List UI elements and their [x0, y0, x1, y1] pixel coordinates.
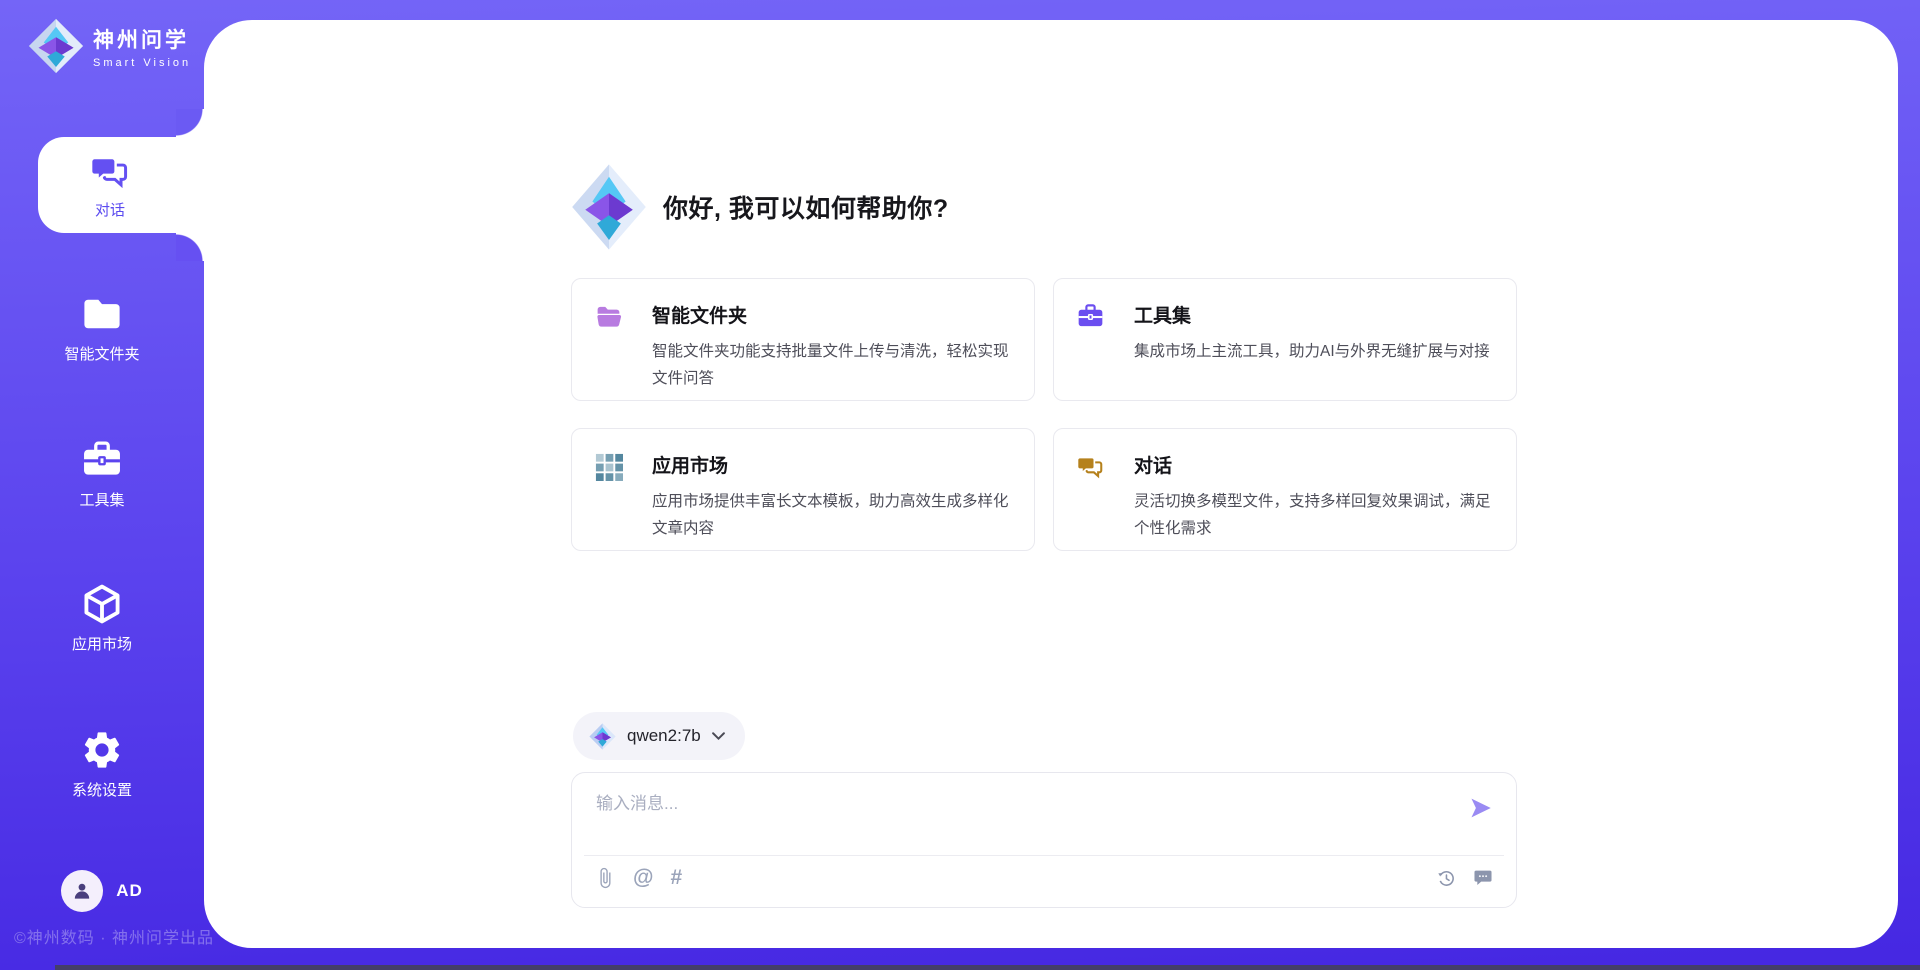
- sidebar-item-settings[interactable]: 系统设置: [0, 728, 204, 800]
- active-tab-fillet-bottom: [176, 233, 204, 261]
- card-smart-folder[interactable]: 智能文件夹 智能文件夹功能支持批量文件上传与清洗，轻松实现文件问答: [571, 278, 1035, 401]
- card-title: 对话: [1134, 451, 1494, 478]
- sidebar-item-label: 智能文件夹: [64, 343, 139, 364]
- sidebar-item-label: 系统设置: [72, 779, 132, 800]
- sidebar-item-label: 对话: [95, 199, 125, 220]
- message-composer: @ #: [571, 772, 1517, 908]
- app-window: 神州问学 Smart Vision 对话 智能文件夹: [0, 0, 1920, 970]
- sidebar-item-label: 工具集: [79, 489, 124, 510]
- folder-icon: [80, 292, 124, 336]
- feedback-bubble-icon[interactable]: [1472, 867, 1494, 889]
- greeting-text: 你好, 我可以如何帮助你?: [663, 189, 949, 225]
- card-toolset[interactable]: 工具集 集成市场上主流工具，助力AI与外界无缝扩展与对接: [1053, 278, 1517, 401]
- history-icon[interactable]: [1435, 867, 1457, 889]
- composer-divider: [584, 855, 1504, 856]
- model-diamond-icon: [589, 723, 616, 750]
- hash-icon[interactable]: #: [670, 867, 682, 889]
- cube-icon: [80, 582, 124, 626]
- model-selector[interactable]: qwen2:7b: [573, 712, 745, 760]
- card-description: 集成市场上主流工具，助力AI与外界无缝扩展与对接: [1134, 338, 1494, 365]
- brand-name-cn: 神州问学: [93, 24, 191, 54]
- card-description: 智能文件夹功能支持批量文件上传与清洗，轻松实现文件问答: [652, 338, 1012, 392]
- send-icon[interactable]: [1468, 795, 1494, 821]
- toolbox-icon: [80, 438, 124, 482]
- assistant-diamond-icon: [571, 163, 647, 251]
- brand-name-en: Smart Vision: [93, 57, 191, 69]
- sidebar-item-toolset[interactable]: 工具集: [0, 438, 204, 510]
- sidebar-item-smart-folder[interactable]: 智能文件夹: [0, 292, 204, 364]
- folder-open-icon: [594, 302, 623, 331]
- sidebar-item-label: 应用市场: [72, 633, 132, 654]
- greeting-block: 你好, 我可以如何帮助你?: [571, 163, 949, 251]
- message-input[interactable]: [596, 789, 1436, 847]
- paperclip-icon[interactable]: [594, 867, 616, 889]
- card-title: 智能文件夹: [652, 301, 1012, 328]
- mention-icon[interactable]: @: [633, 867, 653, 889]
- brand-diamond-icon: [28, 18, 84, 74]
- user-account[interactable]: AD: [0, 870, 204, 912]
- gear-icon: [80, 728, 124, 772]
- model-name: qwen2:7b: [627, 726, 701, 746]
- card-title: 工具集: [1134, 301, 1494, 328]
- copyright-footer: ©神州数码 · 神州问学出品: [14, 924, 214, 948]
- chat-icon: [1076, 452, 1105, 481]
- avatar: [61, 870, 103, 912]
- card-chat[interactable]: 对话 灵活切换多模型文件，支持多样回复效果调试，满足个性化需求: [1053, 428, 1517, 551]
- card-description: 应用市场提供丰富长文本模板，助力高效生成多样化文章内容: [652, 488, 1012, 542]
- card-app-market[interactable]: 应用市场 应用市场提供丰富长文本模板，助力高效生成多样化文章内容: [571, 428, 1035, 551]
- card-description: 灵活切换多模型文件，支持多样回复效果调试，满足个性化需求: [1134, 488, 1494, 542]
- sidebar-item-chat[interactable]: 对话: [38, 137, 206, 233]
- chevron-down-icon: [712, 732, 725, 741]
- window-bottom-edge: [55, 965, 1920, 970]
- sidebar-item-app-market[interactable]: 应用市场: [0, 582, 204, 654]
- grid-icon: [594, 452, 623, 481]
- toolbox-icon: [1076, 302, 1105, 331]
- active-tab-fillet-top: [176, 109, 204, 137]
- brand-logo: 神州问学 Smart Vision: [28, 18, 191, 74]
- feature-cards: 智能文件夹 智能文件夹功能支持批量文件上传与清洗，轻松实现文件问答 工具集 集成…: [571, 278, 1517, 551]
- user-name: AD: [116, 881, 143, 901]
- card-title: 应用市场: [652, 451, 1012, 478]
- chat-icon: [89, 150, 131, 192]
- main-panel: 你好, 我可以如何帮助你? 智能文件夹 智能文件夹功能支持批量文件上传与清洗，轻…: [204, 20, 1898, 948]
